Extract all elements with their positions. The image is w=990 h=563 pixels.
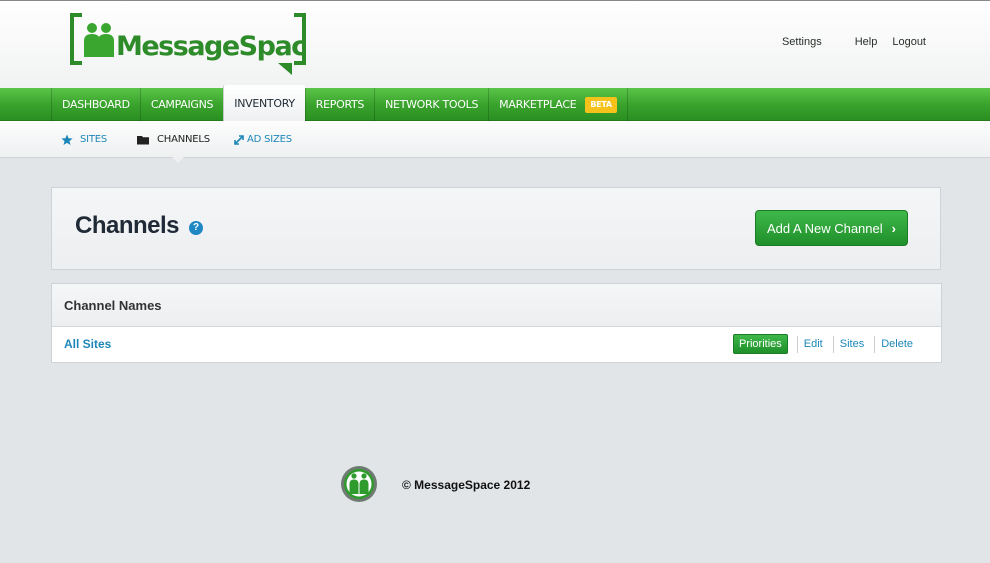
nav-dashboard-label: DASHBOARD — [62, 98, 130, 111]
channels-header-panel: Channels ? Add A New Channel › — [51, 187, 941, 270]
subnav-ad-sizes[interactable]: AD SIZES — [234, 121, 292, 158]
main-nav: DASHBOARD CAMPAIGNS INVENTORY REPORTS NE… — [0, 85, 990, 121]
subnav-sites-label: SITES — [80, 134, 108, 145]
edit-link[interactable]: Edit — [796, 335, 823, 353]
logo-wordmark: MessageSpace — [116, 31, 306, 62]
nav-reports[interactable]: REPORTS — [304, 88, 374, 121]
subnav-channels[interactable]: CHANNELS — [137, 121, 210, 158]
nav-reports-label: REPORTS — [315, 98, 365, 111]
nav-inventory[interactable]: INVENTORY — [223, 85, 305, 121]
subnav-sites[interactable]: SITES — [61, 121, 107, 158]
star-icon — [61, 134, 73, 146]
nav-network-tools-label: NETWORK TOOLS — [385, 98, 479, 111]
row-actions: Priorities Edit Sites Delete — [732, 334, 913, 354]
page-title: Channels — [75, 212, 180, 239]
channel-name-link[interactable]: All Sites — [64, 337, 111, 351]
add-new-channel-button[interactable]: Add A New Channel › — [755, 210, 908, 246]
settings-link[interactable]: Settings — [782, 36, 822, 48]
channel-table: Channel Names All Sites Priorities Edit … — [51, 283, 942, 363]
table-row: All Sites Priorities Edit Sites Delete — [52, 327, 941, 362]
nav-campaigns[interactable]: CAMPAIGNS — [139, 88, 223, 121]
resize-icon — [234, 134, 244, 145]
sites-link[interactable]: Sites — [832, 335, 864, 353]
nav-campaigns-label: CAMPAIGNS — [150, 98, 214, 111]
messagespace-logo[interactable]: MessageSpace — [70, 13, 306, 77]
add-new-channel-label: Add A New Channel — [767, 220, 883, 236]
subnav-channels-label: CHANNELS — [157, 134, 210, 145]
logout-link[interactable]: Logout — [892, 36, 926, 48]
top-links: Settings Help Logout — [782, 36, 926, 48]
priorities-button[interactable]: Priorities — [732, 334, 788, 354]
nav-marketplace[interactable]: MARKETPLACE BETA — [488, 88, 628, 121]
nav-inventory-label: INVENTORY — [234, 96, 295, 110]
footer-logo-icon — [340, 465, 378, 503]
nav-marketplace-label: MARKETPLACE — [499, 98, 577, 111]
header: MessageSpace Settings Help Logout — [0, 0, 990, 88]
nav-network-tools[interactable]: NETWORK TOOLS — [374, 88, 488, 121]
beta-badge: BETA — [585, 96, 617, 113]
active-tab-caret — [172, 157, 184, 163]
help-icon[interactable]: ? — [189, 221, 203, 235]
chevron-right-icon: › — [891, 220, 896, 236]
copyright-text: © MessageSpace 2012 — [402, 478, 531, 492]
delete-link[interactable]: Delete — [874, 335, 913, 353]
subnav-ad-sizes-label: AD SIZES — [247, 134, 292, 145]
help-link[interactable]: Help — [855, 36, 878, 48]
table-header: Channel Names — [52, 284, 941, 327]
folder-icon — [137, 135, 150, 145]
nav-dashboard[interactable]: DASHBOARD — [51, 88, 140, 121]
sub-nav: SITES CHANNELS AD SIZES — [0, 121, 990, 158]
